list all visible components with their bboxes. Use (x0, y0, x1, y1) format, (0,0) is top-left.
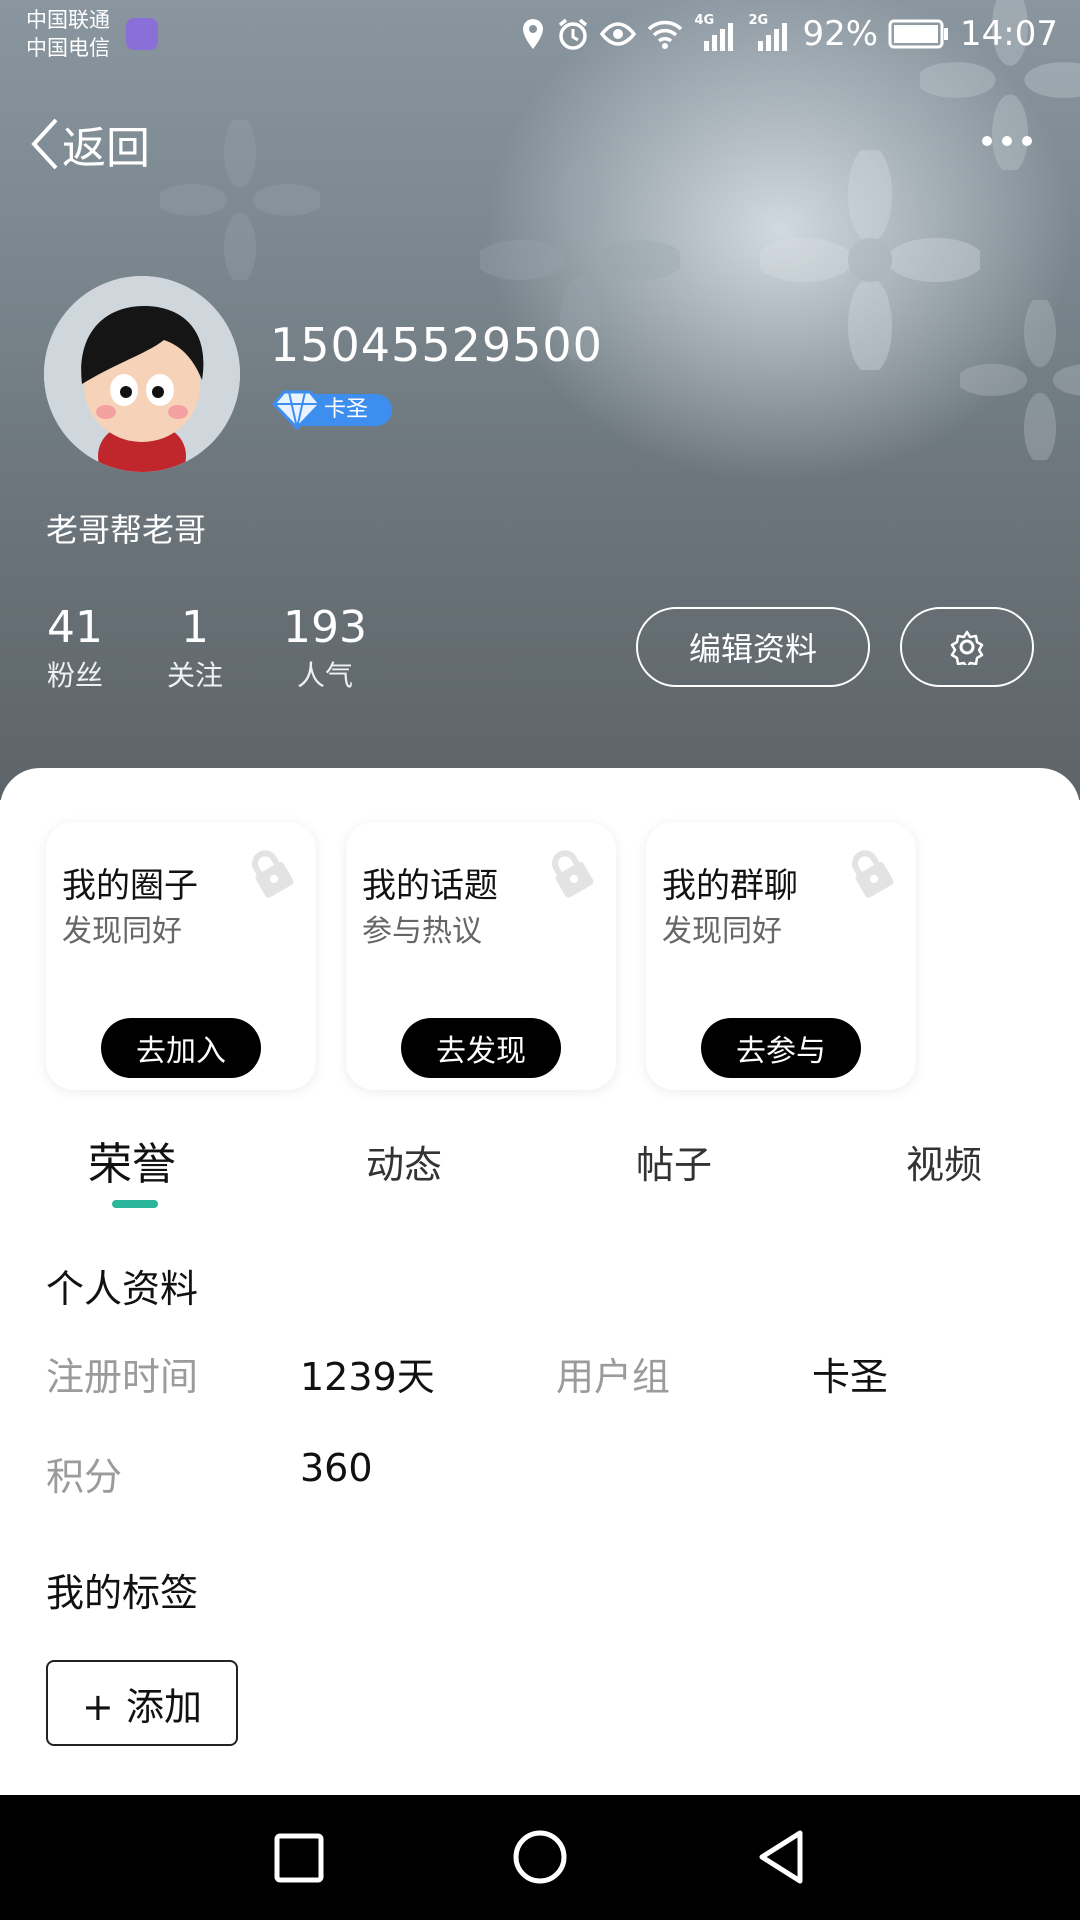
tab-activity[interactable]: 动态 (366, 1134, 442, 1189)
status-icons: 4G 2G 92% 14:07 (520, 13, 1058, 54)
carrier-2: 中国电信 (26, 36, 110, 60)
avatar-illustration (44, 276, 240, 472)
active-tab-indicator (112, 1200, 158, 1208)
diamond-icon (272, 390, 322, 430)
tab-videos[interactable]: 视频 (906, 1134, 982, 1189)
more-dot-icon (1022, 136, 1032, 146)
register-time-label: 注册时间 (46, 1355, 199, 1399)
lock-icon (852, 850, 894, 898)
lock-icon (552, 850, 594, 898)
user-bio: 老哥帮老哥 (46, 511, 207, 549)
back-button[interactable]: 返回 (28, 112, 150, 176)
card-subtitle: 发现同好 (62, 914, 182, 949)
signal-icon-2: 2G (748, 13, 792, 51)
user-level-badge[interactable]: 卡圣 (272, 388, 394, 430)
recent-apps-icon[interactable] (274, 1833, 324, 1883)
avatar[interactable] (44, 276, 240, 472)
more-dot-icon (1002, 136, 1012, 146)
battery-percent: 92% (802, 14, 879, 54)
wifi-icon (648, 20, 683, 49)
system-navigation-bar (0, 1795, 1080, 1920)
lock-icon (252, 850, 294, 898)
signal-icon-1: 4G (694, 13, 738, 51)
stat-following[interactable]: 1 关注 (160, 600, 230, 696)
discover-button[interactable]: 去发现 (401, 1018, 561, 1078)
eye-icon (600, 22, 637, 46)
gear-icon (950, 630, 984, 665)
home-icon[interactable] (512, 1829, 568, 1885)
edit-profile-button[interactable]: 编辑资料 (636, 607, 870, 687)
clock: 14:07 (960, 14, 1058, 54)
flower-decoration (760, 150, 980, 370)
card-my-circles[interactable]: 我的圈子 发现同好 去加入 (46, 822, 316, 1090)
stat-label: 粉丝 (46, 659, 103, 692)
personal-info-title: 个人资料 (46, 1267, 199, 1311)
card-my-groups[interactable]: 我的群聊 发现同好 去参与 (646, 822, 916, 1090)
user-group-value: 卡圣 (812, 1355, 889, 1399)
carrier-1: 中国联通 (26, 8, 110, 32)
more-dot-icon (982, 136, 992, 146)
badge-label: 卡圣 (324, 397, 369, 422)
battery-icon (888, 19, 949, 49)
user-group-label: 用户组 (556, 1355, 671, 1399)
stat-value: 193 (283, 602, 367, 653)
app-notification-icon (126, 18, 158, 50)
card-title: 我的话题 (362, 866, 498, 906)
register-time-value: 1239天 (300, 1355, 435, 1399)
status-bar: 中国联通 中国电信 4G 2G 92% 14:07 (0, 0, 1080, 76)
card-title: 我的圈子 (62, 866, 198, 906)
points-label: 积分 (46, 1455, 123, 1499)
stat-value: 41 (47, 602, 103, 653)
settings-button[interactable] (900, 607, 1034, 687)
stat-followers[interactable]: 41 粉丝 (40, 600, 110, 696)
tab-posts[interactable]: 帖子 (636, 1134, 712, 1189)
stat-label: 人气 (296, 659, 353, 692)
flower-decoration (160, 120, 320, 280)
username: 15045529500 (270, 318, 603, 372)
card-subtitle: 参与热议 (362, 914, 482, 949)
carrier-info: 中国联通 中国电信 (26, 6, 110, 62)
back-nav-icon[interactable] (756, 1829, 806, 1885)
stat-value: 1 (181, 602, 209, 653)
my-tags-title: 我的标签 (46, 1571, 199, 1615)
back-label: 返回 (62, 123, 150, 174)
more-options-button[interactable] (982, 136, 1032, 146)
tab-honors[interactable]: 荣誉 (88, 1128, 176, 1192)
points-value: 360 (300, 1446, 373, 1490)
chevron-left-icon (31, 118, 58, 170)
flower-decoration (960, 300, 1080, 460)
stat-label: 关注 (166, 659, 223, 692)
participate-button[interactable]: 去参与 (701, 1018, 861, 1078)
card-subtitle: 发现同好 (662, 914, 782, 949)
location-icon (523, 19, 544, 49)
add-tag-button[interactable]: + 添加 (46, 1660, 238, 1746)
card-my-topics[interactable]: 我的话题 参与热议 去发现 (346, 822, 616, 1090)
join-button[interactable]: 去加入 (101, 1018, 261, 1078)
card-title: 我的群聊 (662, 866, 798, 906)
stat-popularity[interactable]: 193 人气 (280, 600, 370, 696)
alarm-icon (559, 18, 588, 50)
